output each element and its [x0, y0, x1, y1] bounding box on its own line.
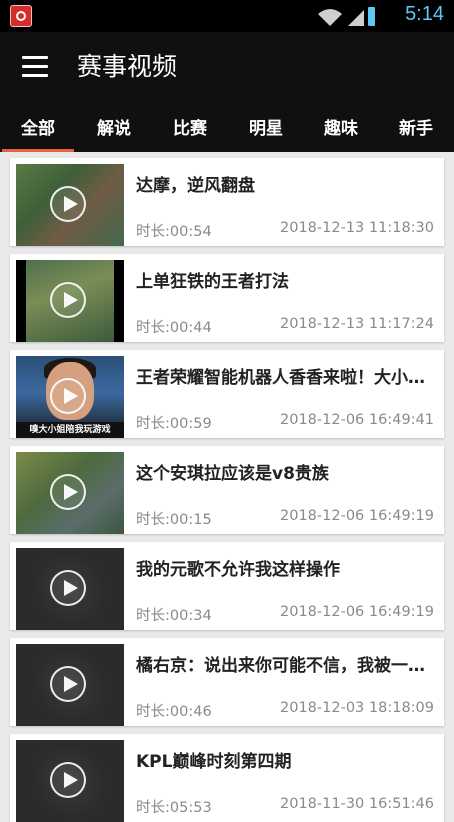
signal-icons — [318, 7, 375, 26]
video-date: 2018-12-13 11:18:30 — [280, 220, 434, 236]
tab-matches[interactable]: 比赛 — [172, 110, 208, 152]
wifi-icon — [318, 9, 342, 26]
tab-commentary[interactable]: 解说 — [96, 110, 132, 152]
video-thumbnail: 嗅大小姐陪我玩游戏 — [16, 356, 124, 438]
video-title: 我的元歌不允许我这样操作 — [136, 560, 340, 580]
page-title: 赛事视频 — [77, 52, 178, 81]
video-date: 2018-11-30 16:51:46 — [280, 796, 434, 812]
video-title: 橘右京：说出来你可能不信，我被一… — [136, 656, 425, 676]
signal-icon — [348, 10, 364, 26]
video-duration: 时长:00:54 — [136, 224, 212, 240]
play-icon — [50, 474, 86, 510]
video-card[interactable]: 这个安琪拉应该是v8贵族 时长:00:15 2018-12-06 16:49:1… — [10, 446, 444, 534]
video-title: 达摩，逆风翻盘 — [136, 176, 255, 196]
play-icon — [50, 570, 86, 606]
thumbnail-caption: 嗅大小姐陪我玩游戏 — [16, 422, 124, 438]
video-duration: 时长:00:44 — [136, 320, 212, 336]
app-header: 赛事视频 全部 解说 比赛 明星 趣味 新手 — [0, 32, 454, 152]
play-icon — [50, 282, 86, 318]
video-date: 2018-12-13 11:17:24 — [280, 316, 434, 332]
play-icon — [50, 666, 86, 702]
tab-all[interactable]: 全部 — [2, 110, 74, 152]
app-icon — [10, 5, 32, 27]
video-thumbnail — [16, 644, 124, 726]
video-card[interactable]: 我的元歌不允许我这样操作 时长:00:34 2018-12-06 16:49:1… — [10, 542, 444, 630]
play-icon — [50, 762, 86, 798]
category-tabs: 全部 解说 比赛 明星 趣味 新手 — [0, 110, 454, 152]
video-title: 王者荣耀智能机器人香香来啦！大小… — [136, 368, 425, 388]
video-card[interactable]: 嗅大小姐陪我玩游戏 王者荣耀智能机器人香香来啦！大小… 时长:00:59 201… — [10, 350, 444, 438]
video-thumbnail — [16, 452, 124, 534]
video-duration: 时长:00:34 — [136, 608, 212, 624]
status-bar: 5:14 — [0, 0, 454, 32]
battery-icon — [368, 7, 375, 26]
video-date: 2018-12-06 16:49:19 — [280, 604, 434, 620]
video-thumbnail — [16, 260, 124, 342]
tab-fun[interactable]: 趣味 — [323, 110, 359, 152]
video-card[interactable]: 橘右京：说出来你可能不信，我被一… 时长:00:46 2018-12-03 18… — [10, 638, 444, 726]
video-thumbnail — [16, 740, 124, 822]
video-thumbnail — [16, 164, 124, 246]
tab-beginner[interactable]: 新手 — [398, 110, 434, 152]
video-card[interactable]: 上单狂铁的王者打法 时长:00:44 2018-12-13 11:17:24 — [10, 254, 444, 342]
video-duration: 时长:00:15 — [136, 512, 212, 528]
menu-icon[interactable] — [22, 56, 48, 78]
tab-stars[interactable]: 明星 — [248, 110, 284, 152]
video-duration: 时长:00:46 — [136, 704, 212, 720]
video-date: 2018-12-03 18:18:09 — [280, 700, 434, 716]
video-duration: 时长:00:59 — [136, 416, 212, 432]
status-time: 5:14 — [405, 3, 444, 25]
video-duration: 时长:05:53 — [136, 800, 212, 816]
play-icon — [50, 186, 86, 222]
video-date: 2018-12-06 16:49:41 — [280, 412, 434, 428]
video-title: KPL巅峰时刻第四期 — [136, 752, 292, 772]
video-card[interactable]: 达摩，逆风翻盘 时长:00:54 2018-12-13 11:18:30 — [10, 158, 444, 246]
video-title: 上单狂铁的王者打法 — [136, 272, 289, 292]
video-card[interactable]: KPL巅峰时刻第四期 时长:05:53 2018-11-30 16:51:46 — [10, 734, 444, 822]
video-date: 2018-12-06 16:49:19 — [280, 508, 434, 524]
video-thumbnail — [16, 548, 124, 630]
video-title: 这个安琪拉应该是v8贵族 — [136, 464, 329, 484]
play-icon — [50, 378, 86, 414]
